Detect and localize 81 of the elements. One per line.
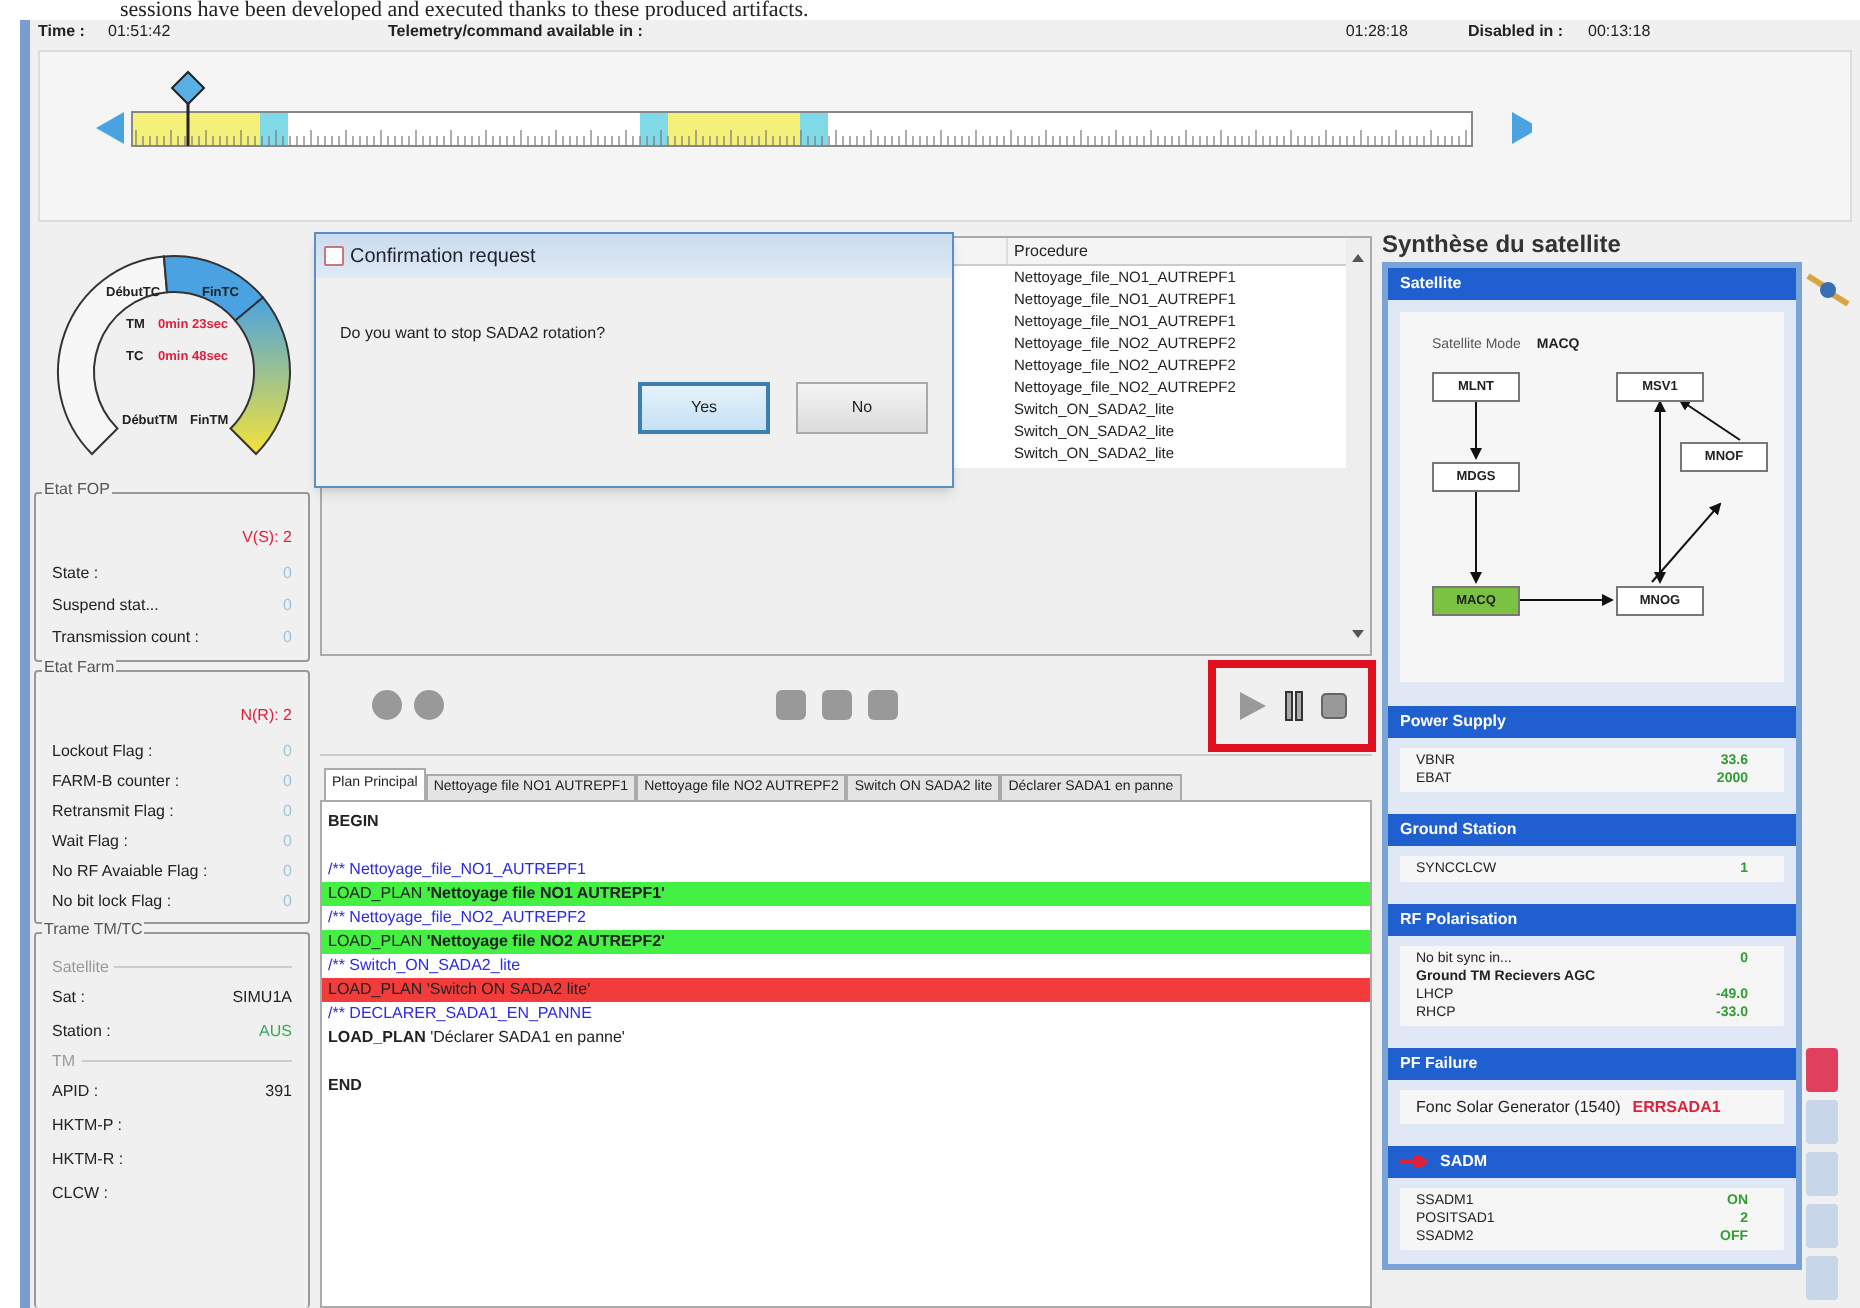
field-label: CLCW : bbox=[52, 1181, 108, 1205]
field-label: State : bbox=[52, 562, 99, 586]
section-title: PF Failure bbox=[1400, 1052, 1478, 1076]
arrow bbox=[1470, 489, 1482, 584]
section-title: Power Supply bbox=[1400, 710, 1506, 734]
field-label: HKTM-P : bbox=[52, 1113, 122, 1137]
dialog-message: Do you want to stop SADA2 rotation? bbox=[338, 322, 608, 346]
field-label: Fonc Solar Generator (1540) bbox=[1416, 1098, 1621, 1116]
group-title: Etat FOP bbox=[42, 482, 112, 498]
field-label: Wait Flag : bbox=[52, 829, 128, 853]
header-label: Disabled in : bbox=[1468, 20, 1566, 44]
code-comment: /** Switch_ON_SADA2_lite bbox=[326, 954, 523, 978]
field-value: 0 bbox=[283, 739, 292, 763]
section-label: TM bbox=[52, 1049, 76, 1073]
group-title: Trame TM/TC bbox=[42, 922, 145, 938]
dialog-button[interactable]: Yes bbox=[638, 382, 770, 434]
field-value: 0 bbox=[283, 594, 292, 618]
field-label: No RF Avaiable Flag : bbox=[52, 859, 208, 883]
field-value: SIMU1A bbox=[232, 985, 292, 1009]
field-value: 0 bbox=[283, 626, 292, 650]
arrow-icon bbox=[1400, 1156, 1428, 1168]
counter-value: N(R): 2 bbox=[238, 704, 292, 728]
section-title: Satellite bbox=[1400, 272, 1462, 296]
header-label: Time : bbox=[38, 20, 87, 44]
field-label: Station : bbox=[52, 1019, 111, 1043]
arrow bbox=[1470, 399, 1482, 460]
field-value: 0 bbox=[283, 859, 292, 883]
field-value: AUS bbox=[259, 1019, 292, 1043]
code-line: BEGIN bbox=[326, 810, 381, 834]
header-value: 01:28:18 bbox=[1343, 20, 1410, 44]
arrow bbox=[1678, 398, 1741, 441]
section-label: Satellite bbox=[52, 955, 109, 979]
scroll-down-icon[interactable] bbox=[1352, 630, 1364, 638]
group-title: Etat Farm bbox=[42, 660, 117, 676]
field-value: 0 bbox=[283, 829, 292, 853]
pause-icon[interactable] bbox=[1284, 689, 1304, 721]
section-title: RF Polarisation bbox=[1400, 908, 1518, 932]
header-value: 01:51:42 bbox=[108, 20, 173, 44]
field-label: FARM-B counter : bbox=[52, 769, 180, 793]
header-value: 00:13:18 bbox=[1588, 20, 1653, 44]
square-button[interactable] bbox=[822, 690, 852, 720]
field-label: No bit lock Flag : bbox=[52, 889, 172, 913]
caption-text: sessions have been developed and executed thanks to these produced artifacts. bbox=[120, 0, 809, 21]
code-comment: /** DECLARER_SADA1_EN_PANNE bbox=[326, 1002, 594, 1026]
header-label: Telemetry/command available in : bbox=[388, 20, 645, 44]
square-button[interactable] bbox=[776, 690, 806, 720]
field-label: APID : bbox=[52, 1079, 99, 1103]
code-line: END bbox=[326, 1074, 364, 1098]
panel-title: Synthèse du satellite bbox=[1382, 228, 1623, 262]
field-value: 0 bbox=[283, 562, 292, 586]
round-button[interactable] bbox=[414, 690, 444, 720]
code-line: LOAD_PLAN 'Déclarer SADA1 en panne' bbox=[326, 1026, 627, 1050]
dialog-title: Confirmation request bbox=[350, 243, 536, 271]
column-header: Procedure bbox=[1012, 240, 1088, 264]
section-title: Ground Station bbox=[1400, 818, 1517, 842]
square-button[interactable] bbox=[868, 690, 898, 720]
code-comment: /** Nettoyage_file_NO1_AUTREPF1 bbox=[326, 858, 588, 882]
stop-icon[interactable] bbox=[1320, 691, 1348, 719]
field-value: 0 bbox=[283, 889, 292, 913]
field-label: Suspend stat... bbox=[52, 594, 159, 618]
field-label: Transmission count : bbox=[52, 626, 200, 650]
scroll-up-icon[interactable] bbox=[1352, 254, 1364, 262]
arrow bbox=[1651, 502, 1722, 583]
field-label: Retransmit Flag : bbox=[52, 799, 174, 823]
section-title: SADM bbox=[1440, 1150, 1488, 1174]
round-button[interactable] bbox=[372, 690, 402, 720]
field-label: Sat : bbox=[52, 985, 85, 1009]
field-label: HKTM-R : bbox=[52, 1147, 124, 1171]
field-value: 0 bbox=[283, 799, 292, 823]
code-comment: /** Nettoyage_file_NO2_AUTREPF2 bbox=[326, 906, 588, 930]
field-value: ERRSADA1 bbox=[1632, 1098, 1721, 1116]
code-editor[interactable] bbox=[320, 800, 1372, 1308]
satellite-icon bbox=[1806, 272, 1850, 308]
play-icon[interactable] bbox=[1236, 689, 1268, 721]
field-value: 391 bbox=[265, 1079, 292, 1103]
counter-value: V(S): 2 bbox=[240, 526, 292, 550]
dialog-button[interactable]: No bbox=[796, 382, 928, 434]
field-label: Lockout Flag : bbox=[52, 739, 153, 763]
field-value: 0 bbox=[283, 769, 292, 793]
app-icon bbox=[324, 246, 344, 266]
arrow bbox=[1519, 594, 1614, 606]
